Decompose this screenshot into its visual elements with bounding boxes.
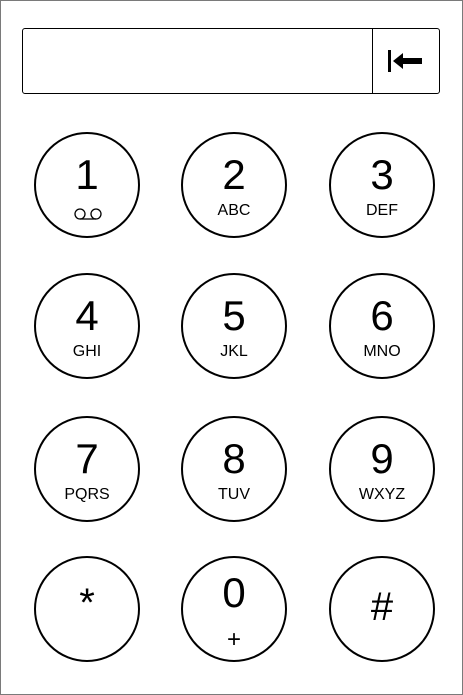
- key-0[interactable]: 0 +: [181, 556, 287, 662]
- key-hash[interactable]: #: [329, 556, 435, 662]
- key-6-letters: MNO: [363, 343, 401, 360]
- key-6-digit: 6: [370, 292, 394, 339]
- key-2[interactable]: 2 ABC: [181, 132, 287, 238]
- key-2-letters: ABC: [217, 202, 251, 219]
- voicemail-icon: [74, 208, 102, 220]
- key-star-symbol: *: [79, 581, 95, 625]
- dialer-panel: 1 2 ABC 3 DEF 4 GHI 5 JKL 6 MNO 7 PQRS 8…: [0, 0, 463, 695]
- key-0-plus: +: [226, 626, 241, 653]
- key-5-letters: JKL: [220, 343, 248, 360]
- key-9-letters: WXYZ: [358, 486, 406, 503]
- key-hash-symbol: #: [370, 585, 394, 629]
- key-4[interactable]: 4 GHI: [34, 273, 140, 379]
- key-7[interactable]: 7 PQRS: [34, 416, 140, 522]
- key-7-letters: PQRS: [64, 486, 110, 503]
- key-4-letters: GHI: [72, 343, 102, 360]
- key-5[interactable]: 5 JKL: [181, 273, 287, 379]
- backspace-button[interactable]: [372, 29, 439, 93]
- number-display: [22, 28, 440, 94]
- key-star[interactable]: *: [34, 556, 140, 662]
- key-6[interactable]: 6 MNO: [329, 273, 435, 379]
- number-input[interactable]: [23, 29, 371, 93]
- key-3-letters: DEF: [366, 202, 398, 219]
- key-9[interactable]: 9 WXYZ: [329, 416, 435, 522]
- backspace-arrow-icon: [388, 50, 422, 72]
- key-8-digit: 8: [222, 435, 246, 482]
- key-0-digit: 0: [222, 569, 246, 616]
- key-9-digit: 9: [370, 435, 394, 482]
- key-3-digit: 3: [370, 151, 394, 198]
- key-8[interactable]: 8 TUV: [181, 416, 287, 522]
- key-4-digit: 4: [75, 292, 99, 339]
- key-1[interactable]: 1: [34, 132, 140, 238]
- key-8-letters: TUV: [218, 486, 250, 503]
- key-7-digit: 7: [75, 435, 99, 482]
- key-5-digit: 5: [222, 292, 246, 339]
- key-2-digit: 2: [222, 151, 246, 198]
- key-1-digit: 1: [75, 151, 99, 198]
- key-3[interactable]: 3 DEF: [329, 132, 435, 238]
